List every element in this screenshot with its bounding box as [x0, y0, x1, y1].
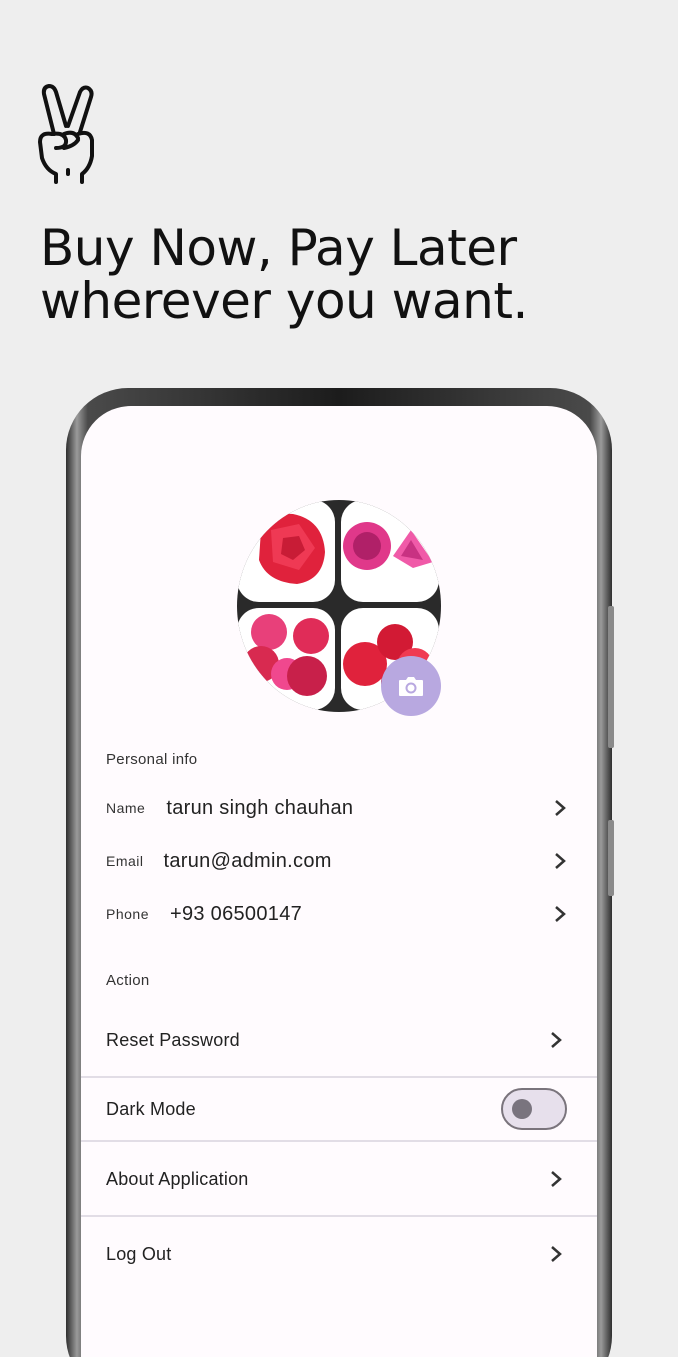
- name-value: tarun singh chauhan: [166, 796, 354, 819]
- change-photo-button[interactable]: [381, 656, 441, 716]
- headline-line-2: wherever you want.: [40, 272, 528, 330]
- phone-row[interactable]: Phone +93 06500147: [106, 894, 567, 934]
- chevron-right-icon: [551, 1171, 562, 1187]
- headline: Buy Now, Pay Later wherever you want.: [40, 222, 528, 328]
- headline-line-1: Buy Now, Pay Later: [40, 219, 517, 277]
- chevron-right-icon: [555, 906, 566, 922]
- avatar-tile: [237, 500, 335, 602]
- peace-hand-icon: [38, 84, 94, 184]
- toggle-knob: [512, 1099, 532, 1119]
- log-out-row[interactable]: Log Out: [81, 1219, 597, 1289]
- action-title: Action: [106, 972, 150, 989]
- divider: [81, 1140, 597, 1142]
- reset-password-label: Reset Password: [106, 1029, 240, 1050]
- phone-side-button: [608, 820, 614, 896]
- chevron-right-icon: [555, 853, 566, 869]
- email-value: tarun@admin.com: [163, 849, 332, 872]
- name-label: Name: [106, 800, 146, 816]
- avatar-tile: [237, 608, 335, 710]
- dark-mode-label: Dark Mode: [106, 1098, 196, 1119]
- log-out-label: Log Out: [106, 1243, 172, 1264]
- about-application-row[interactable]: About Application: [81, 1144, 597, 1214]
- chevron-right-icon: [555, 800, 566, 816]
- camera-icon: [399, 677, 423, 696]
- about-application-label: About Application: [106, 1168, 249, 1189]
- chevron-right-icon: [551, 1032, 562, 1048]
- chevron-right-icon: [551, 1246, 562, 1262]
- email-row[interactable]: Email tarun@admin.com: [106, 841, 567, 881]
- reset-password-row[interactable]: Reset Password: [81, 1005, 597, 1075]
- dark-mode-row[interactable]: Dark Mode: [81, 1074, 597, 1144]
- phone-value: +93 06500147: [169, 902, 303, 925]
- divider: [81, 1215, 597, 1217]
- email-label: Email: [106, 853, 144, 869]
- personal-info-title: Personal info: [106, 751, 198, 768]
- phone-label: Phone: [106, 906, 149, 922]
- phone-screen: Personal info Name tarun singh chauhan E…: [81, 406, 597, 1357]
- phone-side-button: [608, 606, 614, 748]
- avatar-tile: [341, 500, 439, 602]
- name-row[interactable]: Name tarun singh chauhan: [106, 788, 567, 828]
- dark-mode-toggle[interactable]: [501, 1088, 567, 1130]
